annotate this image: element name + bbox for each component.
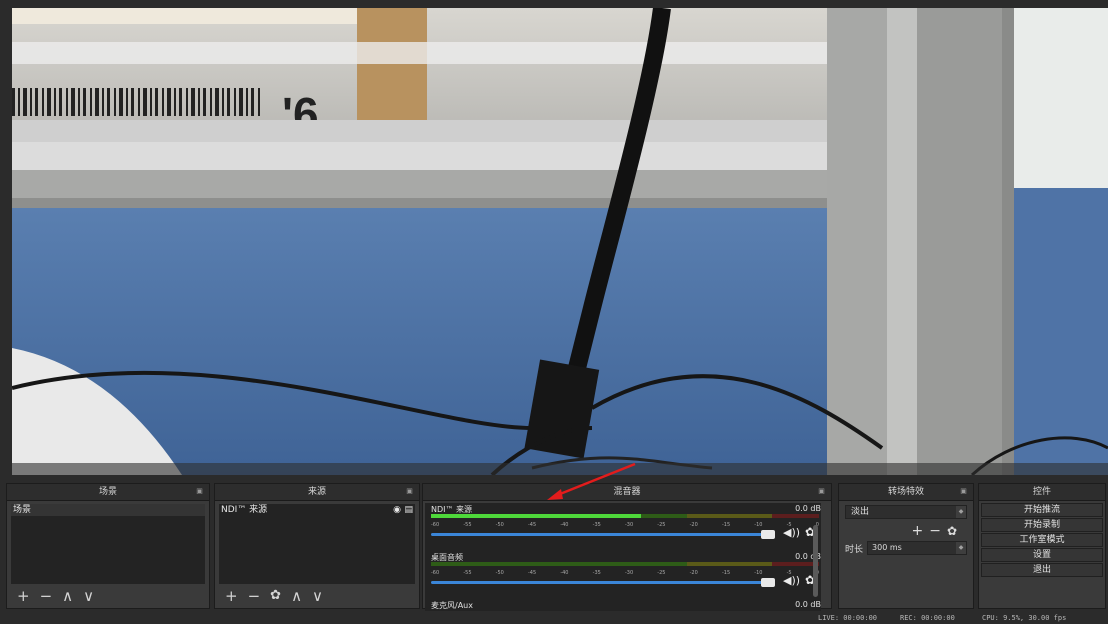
meter-tick-label: -30: [624, 522, 634, 528]
meter-tick-label: -60: [431, 570, 440, 576]
scenes-dock: 场景 ▣ 场景 + − ∧ ∨: [6, 483, 210, 609]
scenes-title-text: 场景: [98, 487, 117, 497]
transition-select[interactable]: 淡出 ◆: [845, 505, 967, 519]
move-up-icon[interactable]: ∧: [62, 588, 73, 604]
meter-tick-label: -50: [495, 522, 504, 528]
duration-label: 时长: [845, 544, 864, 555]
meter-scale: -60-55-50-45-40-35-30-25-20-15-10-50: [431, 570, 819, 578]
mixer-channel: NDI™ 来源 0.0 dB -60 -55 -50 -45 -40 -35 -30 -25-…: [429, 503, 821, 551]
speaker-icon[interactable]: ◀)): [783, 526, 800, 539]
duration-row: 时长 300 ms ◆: [845, 541, 967, 555]
remove-transition-icon[interactable]: −: [929, 523, 947, 539]
video-preview[interactable]: '6: [12, 8, 1108, 475]
move-down-icon[interactable]: ∨: [312, 588, 323, 604]
add-source-icon[interactable]: +: [225, 588, 238, 604]
meter-tick-label: -35: [592, 522, 601, 528]
meter-tick-label: -15: [721, 570, 731, 576]
meter-tick-label: -60: [431, 522, 440, 528]
start-recording-button[interactable]: 开始录制: [981, 518, 1103, 532]
controls-dock: 控件 开始推流 开始录制 工作室模式 设置 退出: [978, 483, 1106, 609]
sources-toolbar: + − ✿ ∧ ∨: [225, 588, 323, 604]
meter-tick-label: -20: [689, 522, 698, 528]
volume-fader[interactable]: [431, 581, 765, 584]
transitions-dock-title: 转场特效 ▣: [839, 484, 973, 501]
transitions-title-text: 转场特效: [887, 487, 924, 497]
settings-button[interactable]: 设置: [981, 548, 1103, 562]
meter-tick-label: -25: [657, 570, 666, 576]
live-time: LIVE: 00:00:00: [818, 614, 878, 622]
dock-float-icon[interactable]: ▣: [818, 487, 825, 496]
studio-mode-button[interactable]: 工作室模式: [981, 533, 1103, 547]
cpu-fps: CPU: 9.5%, 30.00 fps: [982, 614, 1067, 622]
volume-meter: [431, 514, 819, 518]
sources-dock: 来源 ▣ NDI™ 来源 ◉ ▤ + − ✿ ∧ ∨: [214, 483, 420, 609]
move-down-icon[interactable]: ∨: [83, 588, 94, 604]
sources-title-text: 来源: [307, 487, 326, 497]
meter-tick-label: -35: [592, 570, 601, 576]
duration-input[interactable]: 300 ms ◆: [867, 541, 967, 555]
meter-tick-label: -25: [657, 522, 666, 528]
exit-button[interactable]: 退出: [981, 563, 1103, 577]
duration-value: 300 ms: [872, 543, 902, 552]
lock-icon[interactable]: ▤: [404, 504, 413, 516]
preview-camera-image: '6: [12, 8, 1108, 475]
scenes-toolbar: + − ∧ ∨: [17, 588, 94, 604]
transition-gear-icon[interactable]: ✿: [947, 524, 963, 538]
meter-tick-label: -20: [689, 570, 698, 576]
dock-float-icon[interactable]: ▣: [196, 487, 203, 496]
transition-selected-value: 淡出: [851, 507, 870, 517]
mixer-channel: 桌面音频 0.0 dB -60 -55 -50 -45 -40 -35 -30 -25 -20-…: [429, 551, 821, 599]
scenes-list[interactable]: 场景: [11, 504, 205, 584]
controls-dock-title: 控件: [979, 484, 1105, 501]
chevron-updown-icon[interactable]: ◆: [956, 506, 966, 518]
channel-db-readout: 0.0 dB: [795, 504, 821, 513]
status-bar: LIVE: 00:00:00 REC: 00:00:00 CPU: 9.5%, …: [0, 612, 1108, 624]
mixer-channels: NDI™ 来源 0.0 dB -60 -55 -50 -45 -40 -35 -30 -25-…: [425, 503, 821, 611]
visibility-eye-icon[interactable]: ◉: [393, 504, 401, 516]
speaker-icon[interactable]: ◀)): [783, 574, 800, 587]
mixer-scrollbar[interactable]: [813, 525, 818, 597]
meter-tick-label: -10: [754, 570, 763, 576]
source-item[interactable]: NDI™ 来源 ◉ ▤: [219, 504, 415, 516]
add-transition-icon[interactable]: +: [911, 523, 929, 539]
remove-source-icon[interactable]: −: [248, 588, 261, 604]
channel-db-readout: 0.0 dB: [795, 600, 821, 609]
meter-tick-label: -30: [624, 570, 634, 576]
mixer-channel: 麦克风/Aux 0.0 dB: [429, 599, 821, 611]
spinner-icon[interactable]: ◆: [956, 542, 966, 554]
rec-time: REC: 00:00:00: [900, 614, 955, 622]
meter-tick-label: -15: [721, 522, 731, 528]
move-up-icon[interactable]: ∧: [291, 588, 302, 604]
annotation-arrow: [547, 462, 636, 500]
source-properties-gear-icon[interactable]: ✿: [270, 588, 281, 604]
add-scene-icon[interactable]: +: [17, 588, 30, 604]
volume-meter: [431, 562, 819, 566]
meter-tick-label: -45: [527, 570, 537, 576]
channel-name: 麦克风/Aux: [431, 601, 473, 610]
meter-tick-label: -40: [560, 522, 569, 528]
meter-tick-label: -55: [463, 522, 472, 528]
controls-title-text: 控件: [1032, 487, 1051, 497]
meter-tick-label: -45: [527, 522, 537, 528]
volume-fader-handle[interactable]: [761, 578, 775, 587]
start-streaming-button[interactable]: 开始推流: [981, 503, 1103, 517]
scenes-dock-title: 场景 ▣: [7, 484, 209, 501]
scene-item[interactable]: 场景: [11, 504, 205, 516]
transition-toolbar: +−✿: [839, 523, 963, 539]
mixer-dock: 混音器 ▣ NDI™ 来源 0.0 dB -60 -55 -50 -45 -40 -35-…: [422, 462, 832, 611]
source-item-label: NDI™ 来源: [221, 505, 268, 515]
meter-tick-label: -10: [754, 522, 763, 528]
transitions-dock: 转场特效 ▣ 淡出 ◆ +−✿ 时长 300 ms ◆: [838, 483, 974, 609]
dock-float-icon[interactable]: ▣: [406, 487, 413, 496]
meter-tick-label: -40: [560, 570, 569, 576]
volume-fader-handle[interactable]: [761, 530, 775, 539]
volume-fader[interactable]: [431, 533, 765, 536]
remove-scene-icon[interactable]: −: [40, 588, 53, 604]
meter-tick-label: -55: [463, 570, 472, 576]
meter-scale: -60-55-50-45-40-35-30-25-20-15-10-50: [431, 522, 819, 530]
sources-list[interactable]: NDI™ 来源 ◉ ▤: [219, 504, 415, 584]
sources-dock-title: 来源 ▣: [215, 484, 419, 501]
meter-tick-label: -50: [495, 570, 504, 576]
dock-float-icon[interactable]: ▣: [960, 487, 967, 496]
